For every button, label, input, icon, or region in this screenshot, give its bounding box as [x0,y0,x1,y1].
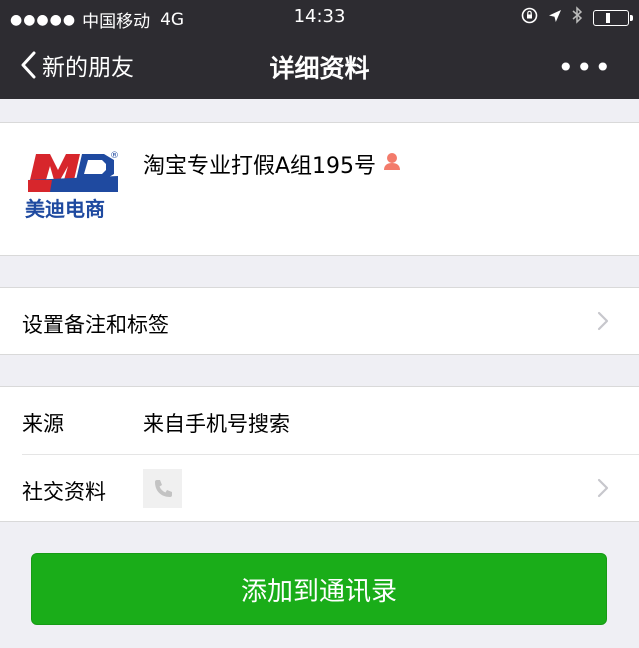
location-arrow-icon [548,8,562,28]
more-options-button[interactable]: ••• [557,51,613,84]
logo-wordmark: 美迪电商 [25,197,105,221]
navigation-bar: 新的朋友 详细资料 ••• [0,34,639,99]
source-row: 来源 来自手机号搜索 [0,387,639,453]
page-title: 详细资料 [269,54,370,83]
social-profile-label: 社交资料 [22,480,106,504]
top-bar: ●●●●● 中国移动 4G 14:33 新的朋友 详细资料 ••• [0,0,639,99]
bluetooth-icon [572,6,583,29]
chevron-right-icon [597,478,609,498]
set-remark-tags-label: 设置备注和标签 [22,313,169,337]
profile-card: 美迪电商 ® 淘宝专业打假A组195号 [0,122,639,256]
chevron-right-icon [597,311,609,331]
battery-icon [593,9,633,26]
logo-registered-mark: ® [110,151,119,161]
phone-contacts-icon [143,469,182,508]
status-right [511,6,633,29]
meidi-logo-icon: 美迪电商 ® [25,151,119,221]
social-profile-row[interactable]: 社交资料 [0,455,639,521]
source-label: 来源 [22,412,64,436]
add-to-contacts-button[interactable]: 添加到通讯录 [31,553,607,625]
contact-name: 淘宝专业打假A组195号 [143,154,377,179]
set-remark-tags-row[interactable]: 设置备注和标签 [0,287,639,355]
info-section: 来源 来自手机号搜索 社交资料 [0,386,639,522]
contact-name-row: 淘宝专业打假A组195号 [143,148,402,180]
contact-avatar[interactable]: 美迪电商 ® [22,148,122,224]
status-bar: ●●●●● 中国移动 4G 14:33 [0,0,639,34]
female-gender-icon [382,151,402,177]
source-value: 来自手机号搜索 [143,412,290,436]
orientation-lock-icon [521,7,538,29]
